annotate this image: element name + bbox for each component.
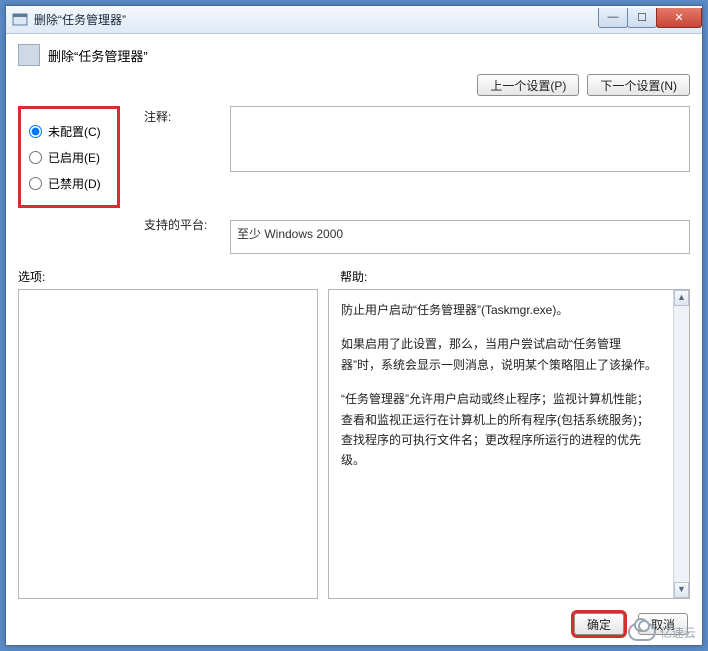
prev-setting-button[interactable]: 上一个设置(P) [477,74,579,96]
help-label: 帮助: [340,268,367,285]
dialog-window: 删除“任务管理器” — ☐ ✕ 删除“任务管理器” 上一个设置(P) 下一个设置… [5,5,703,646]
radio-not-configured-label: 未配置(C) [48,123,101,140]
minimize-button[interactable]: — [598,8,628,28]
options-label: 选项: [18,268,340,285]
radio-disabled-input[interactable] [29,177,42,190]
radio-disabled[interactable]: 已禁用(D) [27,171,111,195]
radio-enabled-label: 已启用(E) [48,149,100,166]
close-button[interactable]: ✕ [656,8,702,28]
platform-field: 至少 Windows 2000 [230,220,690,254]
policy-icon [18,44,40,66]
help-pane[interactable]: 防止用户启动“任务管理器”(Taskmgr.exe)。 如果启用了此设置，那么，… [328,289,690,599]
help-scrollbar[interactable]: ▲ ▼ [673,290,689,598]
maximize-button[interactable]: ☐ [627,8,657,28]
nav-row: 上一个设置(P) 下一个设置(N) [18,72,690,106]
help-paragraph: 如果启用了此设置，那么，当用户尝试启动“任务管理器”时，系统会显示一则消息，说明… [341,334,659,375]
window-title: 删除“任务管理器” [34,11,599,28]
scroll-up-icon[interactable]: ▲ [674,290,689,306]
app-icon [12,12,28,28]
ok-button[interactable]: 确定 [574,613,624,635]
radio-not-configured[interactable]: 未配置(C) [27,119,111,143]
cancel-button[interactable]: 取消 [638,613,688,635]
options-pane[interactable] [18,289,318,599]
dialog-content: 删除“任务管理器” 上一个设置(P) 下一个设置(N) 未配置(C) 已启用(E… [6,34,702,609]
window-controls: — ☐ ✕ [599,8,702,28]
titlebar[interactable]: 删除“任务管理器” — ☐ ✕ [6,6,702,34]
help-paragraph: 防止用户启动“任务管理器”(Taskmgr.exe)。 [341,300,659,320]
radio-not-configured-input[interactable] [29,125,42,138]
state-radio-group: 未配置(C) 已启用(E) 已禁用(D) [18,106,120,208]
next-setting-button[interactable]: 下一个设置(N) [587,74,690,96]
policy-title: 删除“任务管理器” [48,46,148,65]
radio-enabled-input[interactable] [29,151,42,164]
help-paragraph: “任务管理器”允许用户启动或终止程序；监视计算机性能；查看和监视正运行在计算机上… [341,389,659,471]
dialog-footer: 确定 取消 [574,613,688,635]
radio-disabled-label: 已禁用(D) [48,175,101,192]
section-labels: 选项: 帮助: [18,268,690,285]
platform-value: 至少 Windows 2000 [237,225,343,242]
platform-label: 支持的平台: [144,214,224,254]
comment-label: 注释: [144,106,224,208]
comment-textarea[interactable] [230,106,690,172]
scroll-down-icon[interactable]: ▼ [674,582,689,598]
radio-enabled[interactable]: 已启用(E) [27,145,111,169]
header-row: 删除“任务管理器” [18,44,690,66]
